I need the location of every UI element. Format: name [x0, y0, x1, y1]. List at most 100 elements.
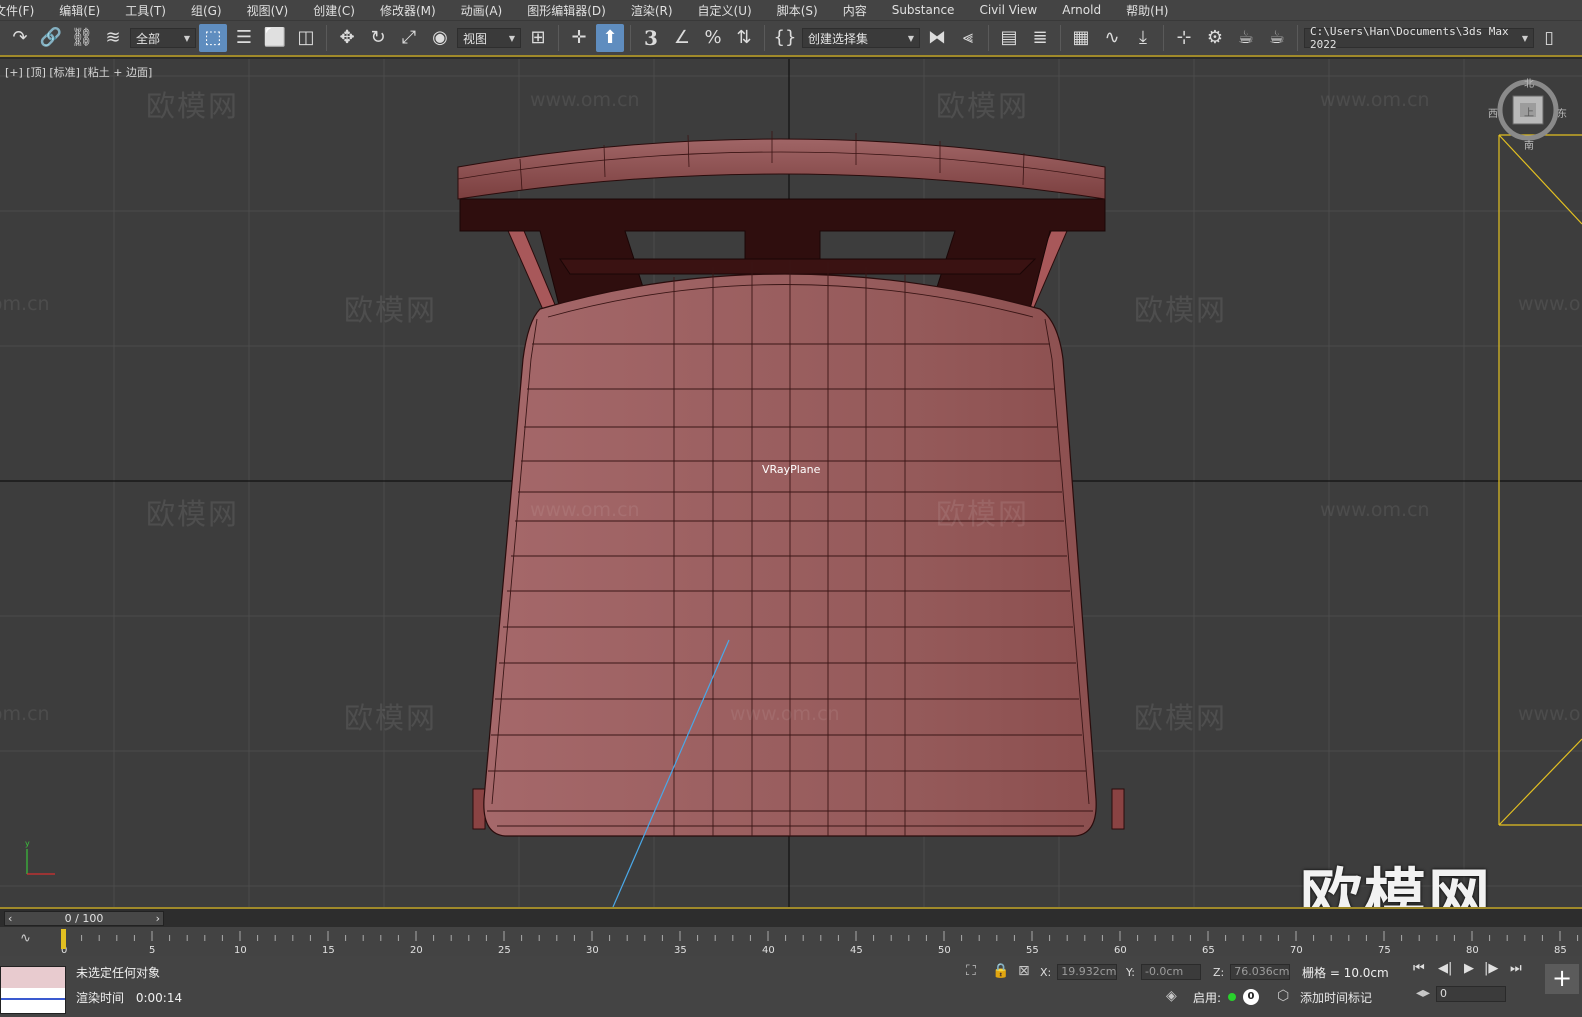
ruler-tick-label: 85	[1554, 945, 1567, 956]
menu-help[interactable]: 帮助(H)	[1114, 2, 1181, 19]
menu-create[interactable]: 创建(C)	[301, 2, 368, 19]
menu-edit[interactable]: 编辑(E)	[47, 2, 113, 19]
ruler-tick-label: 30	[586, 945, 599, 956]
watermark: 欧模网	[344, 293, 438, 327]
ruler-tick-label: 20	[410, 945, 423, 956]
ruler-tick-label: 15	[322, 945, 335, 956]
selection-lock-icon[interactable]: 🔒	[992, 963, 1009, 979]
select-place-icon[interactable]: ◉	[426, 24, 454, 52]
curve-editor-icon[interactable]: ∿	[1098, 24, 1126, 52]
menu-customize[interactable]: 自定义(U)	[686, 2, 765, 19]
keyboard-shortcut-override-icon[interactable]: ⬆	[596, 24, 624, 52]
toggle-ribbon-icon[interactable]: ▦	[1067, 24, 1095, 52]
timeline-ruler[interactable]: 0 5 10 15 20 25 30 35 40 45 50 55 60 65 70 75 80 85	[60, 927, 1582, 956]
viewcube[interactable]: 北 南 东 西 上	[1488, 75, 1568, 155]
menu-content[interactable]: 内容	[831, 2, 880, 19]
axis-tripod-icon: y	[25, 839, 55, 875]
render-setup-icon[interactable]: ⚙	[1201, 24, 1229, 52]
align-icon[interactable]: ⫷	[954, 24, 982, 52]
adaptive-degradation-icon[interactable]: ◈	[1166, 988, 1177, 1004]
schematic-view-icon[interactable]: ⤓	[1129, 24, 1157, 52]
reference-coordinate-dropdown[interactable]: 视图 ▼	[457, 28, 521, 48]
menu-view[interactable]: 视图(V)	[235, 2, 302, 19]
viewport-label[interactable]: [+] [顶] [标准] [粘土 + 边面]	[5, 64, 152, 80]
redo-icon[interactable]: ↷	[6, 24, 34, 52]
material-editor-icon[interactable]: ⊹	[1170, 24, 1198, 52]
menu-arnold[interactable]: Arnold	[1050, 3, 1114, 17]
menu-group[interactable]: 组(G)	[179, 2, 235, 19]
chevron-down-icon: ▼	[508, 33, 515, 43]
x-coordinate-field[interactable]: 19.932cm	[1057, 964, 1118, 980]
previous-frame-icon[interactable]: ◀|	[1438, 961, 1452, 976]
select-scale-icon[interactable]: ⤢	[395, 24, 423, 52]
menu-civil-view[interactable]: Civil View	[967, 3, 1050, 17]
link-icon[interactable]: 🔗	[37, 24, 65, 52]
time-slider[interactable]: ‹ 0 / 100 ›	[4, 911, 164, 926]
next-frame-icon[interactable]: |▶	[1484, 961, 1498, 976]
menu-scripting[interactable]: 脚本(S)	[765, 2, 831, 19]
ruler-tick-label: 45	[850, 945, 863, 956]
top-viewport[interactable]: y [+] [顶] [标准] [粘土 + 边面] VRayPlane 欧模网 w…	[0, 59, 1582, 907]
pivot-center-icon[interactable]: ⊞	[524, 24, 552, 52]
key-mode-icon[interactable]: ◂▸	[1416, 985, 1430, 1001]
spinner-snap-icon[interactable]: ⇅	[730, 24, 758, 52]
chevron-down-icon: ▼	[183, 33, 190, 43]
chevron-right-icon[interactable]: ›	[156, 912, 160, 925]
ruler-tick-label: 35	[674, 945, 687, 956]
watermark-url: www.om.cn	[0, 293, 50, 315]
menu-file[interactable]: 文件(F)	[0, 2, 47, 19]
svg-text:y: y	[25, 839, 30, 848]
unlink-icon[interactable]: ⛓	[68, 24, 96, 52]
listener-input-area[interactable]	[1, 967, 65, 988]
play-icon[interactable]: ▶	[1464, 961, 1474, 976]
rectangular-selection-icon[interactable]: ⬜	[261, 24, 289, 52]
maxscript-mini-listener[interactable]	[0, 966, 66, 1014]
scene-explorer-icon[interactable]: ▤	[995, 24, 1023, 52]
select-object-icon[interactable]: ⬚	[199, 24, 227, 52]
select-rotate-icon[interactable]: ↻	[364, 24, 392, 52]
layer-explorer-icon[interactable]: ≣	[1026, 24, 1054, 52]
project-folder-icon[interactable]: ▯	[1537, 24, 1561, 52]
window-crossing-icon[interactable]: ◫	[292, 24, 320, 52]
menu-tools[interactable]: 工具(T)	[113, 2, 179, 19]
project-path-dropdown[interactable]: C:\Users\Han\Documents\3ds Max 2022 ▼	[1304, 25, 1534, 51]
isolate-selection-icon[interactable]: ⛶	[966, 963, 976, 979]
y-coordinate-field[interactable]: -0.0cm	[1140, 964, 1201, 980]
snaps-toggle-icon[interactable]: 3	[637, 24, 665, 52]
add-time-tag-icon[interactable]: ⬡	[1277, 988, 1289, 1004]
edit-named-selection-icon[interactable]: {}	[771, 24, 799, 52]
current-frame-marker[interactable]	[61, 929, 66, 949]
ruler-tick-label: 60	[1114, 945, 1127, 956]
add-viewport-button[interactable]: +	[1545, 964, 1579, 994]
watermark-url: www.om.cn	[1518, 703, 1582, 725]
select-manipulate-icon[interactable]: ✛	[565, 24, 593, 52]
menu-graph-editors[interactable]: 图形编辑器(D)	[515, 2, 619, 19]
menu-modifiers[interactable]: 修改器(M)	[368, 2, 449, 19]
bind-spacewarp-icon[interactable]: ≋	[99, 24, 127, 52]
menu-substance[interactable]: Substance	[880, 3, 968, 17]
named-selection-dropdown[interactable]: 创建选择集 ▼	[802, 28, 920, 48]
track-bar[interactable]: ∿ 0 5 10 15 20 25 30 35 40 45 50 55 60 65 70 75 80 85	[0, 927, 1582, 956]
percent-snap-icon[interactable]: %	[699, 24, 727, 52]
watermark-url: www.om.cn	[730, 703, 840, 725]
select-move-icon[interactable]: ✥	[333, 24, 361, 52]
mini-curve-editor-icon[interactable]: ∿	[20, 931, 31, 946]
watermark: 欧模网	[146, 497, 240, 531]
ruler-tick-label: 25	[498, 945, 511, 956]
mirror-icon[interactable]: ⧓	[923, 24, 951, 52]
select-by-name-icon[interactable]: ☰	[230, 24, 258, 52]
render-production-icon[interactable]: ☕	[1263, 24, 1291, 52]
absolute-mode-icon[interactable]: ⊠	[1018, 963, 1030, 979]
current-frame-field[interactable]: 0	[1436, 986, 1506, 1002]
rendered-frame-window-icon[interactable]: ☕	[1232, 24, 1260, 52]
go-to-end-icon[interactable]: ⏭	[1510, 961, 1522, 976]
go-to-start-icon[interactable]: ⏮	[1413, 961, 1425, 976]
menu-animation[interactable]: 动画(A)	[449, 2, 516, 19]
menu-rendering[interactable]: 渲染(R)	[619, 2, 686, 19]
viewport-canvas[interactable]: y	[0, 59, 1582, 907]
enabled-status-dot	[1228, 993, 1236, 1001]
selection-filter-dropdown[interactable]: 全部 ▼	[130, 28, 196, 48]
z-coordinate-field[interactable]: 76.036cm	[1230, 964, 1291, 980]
angle-snap-icon[interactable]: ∠	[668, 24, 696, 52]
add-time-tag-button[interactable]: 添加时间标记	[1300, 989, 1372, 1006]
